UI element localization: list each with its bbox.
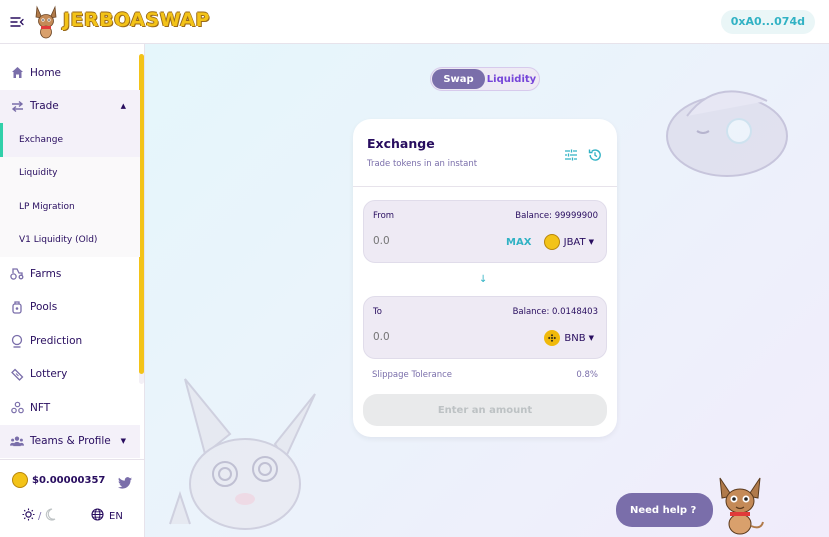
chevron-up-icon: ▲ — [120, 102, 126, 111]
slippage-value: 0.8% — [576, 370, 598, 380]
chevron-down-icon: ▼ — [588, 238, 594, 246]
sidebar-item-home[interactable]: Home — [0, 56, 140, 90]
menu-toggle-icon[interactable] — [10, 14, 24, 28]
need-help-button[interactable]: Need help ? — [616, 493, 713, 527]
chevron-down-icon: ▼ — [588, 334, 594, 342]
theme-separator: / — [38, 510, 42, 522]
theme-toggle[interactable]: / — [22, 508, 56, 524]
to-amount-input[interactable] — [373, 331, 473, 343]
swap-direction-arrow-icon[interactable]: ↓ — [479, 274, 487, 285]
sidebar-footer: $0.00000357 / EN — [0, 459, 145, 537]
sidebar-item-label: Farms — [30, 267, 62, 280]
to-balance: Balance: 0.0148403 — [512, 307, 598, 317]
globe-icon — [91, 508, 104, 524]
twitter-icon[interactable] — [118, 474, 132, 489]
from-token-symbol: JBAT — [563, 236, 586, 248]
sidebar-item-label: Trade — [30, 100, 59, 113]
sidebar-item-label: Home — [30, 66, 62, 79]
token-price-value: $0.00000357 — [32, 474, 106, 486]
sidebar-item-label: NFT — [30, 401, 51, 414]
logo-mascot-icon[interactable] — [32, 5, 60, 39]
from-amount-input[interactable] — [373, 235, 473, 247]
token-price[interactable]: $0.00000357 — [12, 472, 105, 488]
sidebar-subitem-liquidity[interactable]: Liquidity — [0, 157, 140, 191]
bnb-token-icon — [544, 330, 561, 346]
card-title: Exchange — [367, 136, 435, 151]
settings-sliders-icon[interactable] — [564, 147, 578, 161]
card-subtitle: Trade tokens in an instant — [367, 159, 478, 169]
sidebar-item-prediction[interactable]: Prediction — [0, 324, 140, 358]
trade-icon — [10, 99, 24, 113]
prediction-icon — [10, 334, 24, 348]
top-bar: JERBOASWAP 0xA0...074d — [0, 0, 829, 44]
exchange-card-header: Exchange Trade tokens in an instant — [353, 119, 617, 187]
to-token-selector[interactable]: BNB ▼ — [544, 330, 594, 346]
jbat-token-icon — [543, 234, 560, 250]
nft-icon — [10, 401, 24, 415]
slippage-label: Slippage Tolerance — [372, 370, 452, 380]
tab-liquidity[interactable]: Liquidity — [485, 69, 538, 89]
language-label: EN — [109, 510, 123, 522]
swap-liquidity-tabs: Swap Liquidity — [430, 67, 540, 91]
sidebar-item-nft[interactable]: NFT — [0, 391, 140, 425]
tab-swap[interactable]: Swap — [432, 69, 485, 89]
chevron-down-icon: ▼ — [120, 437, 126, 446]
sidebar: Home Trade ▲ Exchange Liquidity LP Migra… — [0, 44, 145, 537]
from-token-selector[interactable]: JBAT ▼ — [543, 234, 594, 250]
sidebar-subitem-exchange[interactable]: Exchange — [0, 123, 140, 157]
sidebar-item-lottery[interactable]: Lottery — [0, 358, 140, 392]
to-token-symbol: BNB — [564, 332, 586, 344]
sidebar-item-trade[interactable]: Trade ▲ — [0, 89, 140, 123]
enter-amount-button[interactable]: Enter an amount — [363, 394, 607, 426]
moon-icon — [44, 508, 56, 524]
exchange-card: Exchange Trade tokens in an instant From… — [353, 119, 617, 437]
from-token-panel: From Balance: 99999900 MAX JBAT ▼ — [363, 200, 607, 263]
help-mascot-icon[interactable] — [710, 474, 770, 536]
main-content: Swap Liquidity Exchange Trade tokens in … — [145, 44, 829, 537]
jbat-coin-icon — [12, 472, 28, 488]
sidebar-item-label: Lottery — [30, 368, 68, 381]
logo-text[interactable]: JERBOASWAP — [63, 9, 210, 31]
sidebar-subitem-lp-migration[interactable]: LP Migration — [0, 190, 140, 224]
sun-icon — [22, 508, 35, 524]
sidebar-item-label: Pools — [30, 301, 58, 314]
sidebar-subitem-v1-liquidity[interactable]: V1 Liquidity (Old) — [0, 224, 140, 258]
sidebar-item-label: Prediction — [30, 334, 83, 347]
history-icon[interactable] — [588, 147, 602, 161]
trade-submenu: Exchange Liquidity LP Migration V1 Liqui… — [0, 123, 140, 257]
max-button[interactable]: MAX — [506, 237, 531, 248]
teams-icon — [10, 434, 24, 448]
language-selector[interactable]: EN — [91, 508, 123, 524]
from-label: From — [373, 211, 395, 221]
sidebar-item-label: Teams & Profile — [30, 435, 111, 448]
farms-icon — [10, 267, 24, 281]
jerboa-mascot-illustration — [169, 378, 316, 530]
sidebar-nav: Home Trade ▲ Exchange Liquidity LP Migra… — [0, 56, 140, 458]
home-icon — [10, 66, 24, 80]
from-balance: Balance: 99999900 — [515, 211, 598, 221]
to-label: To — [373, 307, 382, 317]
sleeping-jerboa-illustration — [666, 90, 788, 177]
account-button[interactable]: 0xA0...074d — [720, 10, 815, 34]
sidebar-item-teams-profile[interactable]: Teams & Profile ▼ — [0, 424, 140, 458]
to-token-panel: To Balance: 0.0148403 BNB ▼ — [363, 296, 607, 359]
sidebar-item-pools[interactable]: Pools — [0, 291, 140, 325]
lottery-ticket-icon — [10, 367, 24, 381]
sidebar-item-farms[interactable]: Farms — [0, 257, 140, 291]
pools-icon — [10, 300, 24, 314]
